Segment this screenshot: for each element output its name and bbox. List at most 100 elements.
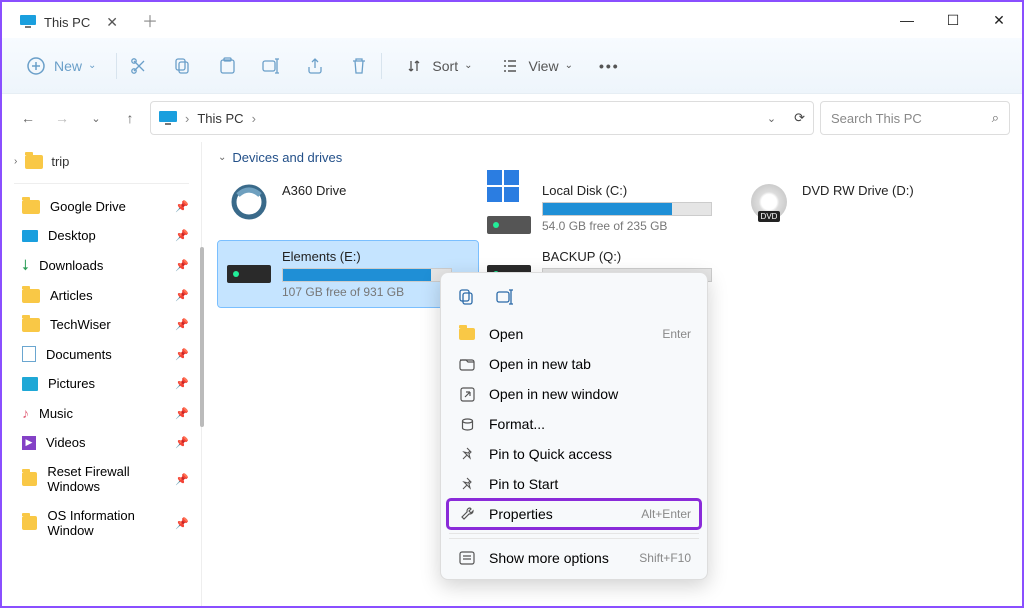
drive-name: Local Disk (C:) — [542, 183, 730, 198]
context-item-open-in-new-tab[interactable]: Open in new tab — [447, 349, 701, 379]
search-input[interactable]: Search This PC ⌕ — [820, 101, 1010, 135]
sidebar-label: Pictures — [48, 376, 95, 391]
forward-button[interactable]: → — [48, 104, 76, 132]
context-label: Open in new tab — [489, 356, 591, 372]
pc-icon — [159, 111, 177, 126]
paste-icon[interactable] — [215, 54, 239, 78]
chevron-down-icon: ⌄ — [88, 60, 96, 71]
context-menu: OpenEnter Open in new tab Open in new wind… — [440, 272, 708, 580]
sidebar-item[interactable]: ▶Videos📌 — [2, 428, 201, 457]
sidebar-item[interactable]: Google Drive📌 — [2, 192, 201, 221]
close-button[interactable]: ✕ — [976, 2, 1022, 38]
rename-icon[interactable] — [491, 283, 519, 311]
drive-item[interactable]: DVDDVD RW Drive (D:) — [738, 175, 998, 241]
new-label: New — [54, 58, 82, 74]
address-dropdown-icon[interactable]: ⌄ — [767, 112, 776, 125]
address-bar[interactable]: › This PC › ⌄ ⟳ — [150, 101, 814, 135]
context-shortcut: Enter — [662, 327, 691, 341]
sidebar-item[interactable]: ♪Music📌 — [2, 398, 201, 428]
drive-icon: DVD — [746, 183, 792, 221]
copy-icon[interactable] — [171, 54, 195, 78]
pin-icon: 📌 — [175, 436, 189, 449]
sidebar-label: Articles — [50, 288, 93, 303]
drive-freespace: 54.0 GB free of 235 GB — [542, 219, 730, 233]
pin-icon: 📌 — [175, 259, 189, 272]
sort-button[interactable]: Sort ⌄ — [392, 48, 482, 84]
copy-icon[interactable] — [453, 283, 481, 311]
music-icon: ♪ — [22, 405, 29, 421]
pin-icon — [457, 447, 477, 462]
context-item-properties[interactable]: PropertiesAlt+Enter — [447, 499, 701, 529]
sidebar-label: Desktop — [48, 228, 96, 243]
sidebar-item[interactable]: ⭣Downloads📌 — [2, 250, 201, 281]
sidebar-label: OS Information Window — [47, 508, 165, 538]
cut-icon[interactable] — [127, 54, 151, 78]
sidebar-separator — [14, 183, 189, 184]
video-icon: ▶ — [22, 436, 36, 450]
sort-label: Sort — [432, 58, 458, 74]
maximize-button[interactable]: ☐ — [930, 2, 976, 38]
recent-dropdown[interactable]: ⌄ — [82, 104, 110, 132]
context-item-open-in-new-window[interactable]: Open in new window — [447, 379, 701, 409]
context-item-open[interactable]: OpenEnter — [447, 319, 701, 349]
context-item-pin-to-quick-access[interactable]: Pin to Quick access — [447, 439, 701, 469]
window-icon — [457, 387, 477, 402]
nav-row: ← → ⌄ ↑ › This PC › ⌄ ⟳ Search This PC ⌕ — [2, 94, 1022, 142]
context-shortcut: Shift+F10 — [639, 551, 691, 565]
section-devices[interactable]: ⌄ Devices and drives — [218, 150, 1006, 165]
sidebar-label: Downloads — [39, 258, 103, 273]
folder-icon — [22, 472, 37, 486]
up-button[interactable]: ↑ — [116, 104, 144, 132]
sidebar-label: Documents — [46, 347, 112, 362]
folder-icon — [22, 289, 40, 303]
context-item-format-[interactable]: Format... — [447, 409, 701, 439]
view-label: View — [528, 58, 558, 74]
rename-icon[interactable] — [259, 54, 283, 78]
pin-icon: 📌 — [175, 289, 189, 302]
more-icon — [457, 551, 477, 565]
context-item-pin-to-start[interactable]: Pin to Start — [447, 469, 701, 499]
view-icon — [498, 54, 522, 78]
search-placeholder: Search This PC — [831, 111, 922, 126]
chevron-right-icon[interactable]: › — [252, 111, 256, 126]
tab-close-icon[interactable]: ✕ — [106, 14, 118, 31]
sidebar-item[interactable]: Articles 📌 — [2, 281, 201, 310]
sidebar-item[interactable]: Documents📌 — [2, 339, 201, 369]
view-button[interactable]: View ⌄ — [488, 48, 582, 84]
share-icon[interactable] — [303, 54, 327, 78]
new-tab-button[interactable]: ＋ — [132, 2, 168, 38]
new-button[interactable]: New ⌄ — [14, 48, 106, 84]
more-button[interactable]: ••• — [589, 52, 630, 80]
section-label: Devices and drives — [232, 150, 342, 165]
sidebar-item-trip[interactable]: › trip — [2, 148, 201, 175]
breadcrumb-thispc[interactable]: This PC — [197, 111, 243, 126]
sidebar-item[interactable]: TechWiser📌 — [2, 310, 201, 339]
back-button[interactable]: ← — [14, 104, 42, 132]
delete-icon[interactable] — [347, 54, 371, 78]
drive-item[interactable]: Local Disk (C:) 54.0 GB free of 235 GB — [478, 175, 738, 241]
sidebar-item[interactable]: Pictures📌 — [2, 369, 201, 398]
drive-item[interactable]: Elements (E:)107 GB free of 931 GB — [218, 241, 478, 307]
window-controls: ― ☐ ✕ — [884, 2, 1022, 38]
context-separator — [449, 533, 699, 534]
tab-this-pc[interactable]: This PC ✕ — [6, 6, 132, 38]
tab-icon — [457, 357, 477, 371]
pin-icon: 📌 — [175, 517, 189, 530]
sidebar-item[interactable]: OS Information Window 📌 — [2, 501, 201, 545]
pin-icon — [457, 477, 477, 492]
sidebar-label: Reset Firewall Windows — [47, 464, 165, 494]
sidebar-label: TechWiser — [50, 317, 111, 332]
context-item-show-more-options[interactable]: Show more optionsShift+F10 — [447, 543, 701, 573]
drive-item[interactable]: A360 Drive — [218, 175, 478, 241]
refresh-icon[interactable]: ⟳ — [794, 110, 805, 126]
chevron-right-icon[interactable]: › — [185, 111, 189, 126]
drive-icon — [486, 183, 532, 221]
minimize-button[interactable]: ― — [884, 2, 930, 38]
context-separator — [449, 538, 699, 539]
sidebar-item[interactable]: Reset Firewall Windows📌 — [2, 457, 201, 501]
sidebar-item[interactable]: Desktop📌 — [2, 221, 201, 250]
drive-icon — [226, 249, 272, 287]
folder-icon — [22, 318, 40, 332]
plus-circle-icon — [24, 54, 48, 78]
pin-icon: 📌 — [175, 407, 189, 420]
